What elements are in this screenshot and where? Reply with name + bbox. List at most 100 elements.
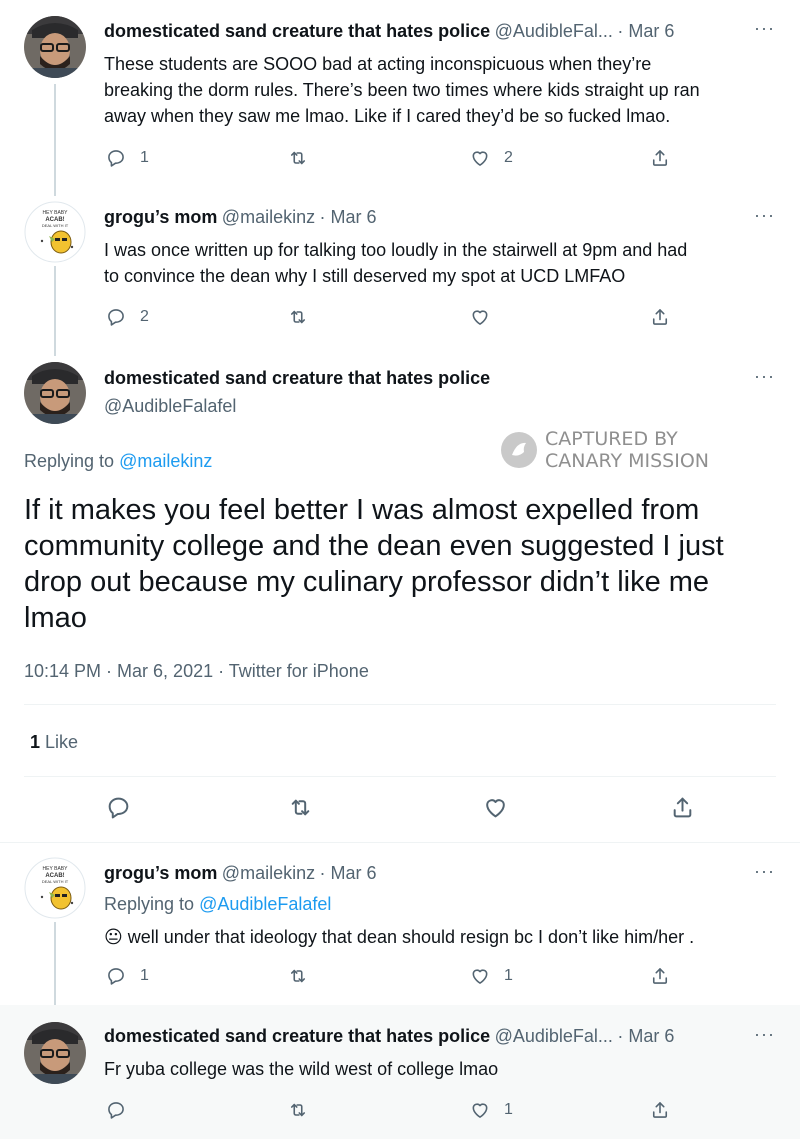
like-count: 2 xyxy=(504,149,513,166)
retweet-button[interactable] xyxy=(288,795,313,820)
tweet-text-line: well under that ideology that dean shoul… xyxy=(127,927,695,947)
handle[interactable]: @mailekinz xyxy=(222,863,315,883)
retweet-icon xyxy=(288,148,308,168)
heart-icon xyxy=(470,1100,490,1120)
share-icon xyxy=(650,966,670,986)
tweet-header: domesticated sand creature that hates po… xyxy=(104,1026,674,1047)
avatar-image xyxy=(24,16,86,78)
reply-button[interactable]: 2 xyxy=(106,307,149,327)
main-tweet-line: If it makes you feel better I was almost… xyxy=(24,494,700,526)
display-name[interactable]: grogu’s mom xyxy=(104,863,217,883)
avatar-image xyxy=(24,362,86,424)
tweet-text-line: These students are SOOO bad at acting in… xyxy=(104,54,652,74)
reply-button[interactable]: 1 xyxy=(106,966,149,986)
like-button[interactable]: 1 xyxy=(470,1100,513,1120)
replying-to: Replying to @AudibleFalafel xyxy=(104,894,331,915)
reply-icon xyxy=(106,966,126,986)
like-button[interactable]: 1 xyxy=(470,966,513,986)
likes-count: 1 xyxy=(30,732,41,752)
retweet-button[interactable] xyxy=(288,1100,308,1120)
divider xyxy=(0,842,800,843)
display-name[interactable]: domesticated sand creature that hates po… xyxy=(104,368,490,389)
like-button[interactable] xyxy=(483,795,508,820)
main-tweet-line: community college and the dean even sugg… xyxy=(24,530,724,562)
display-name[interactable]: grogu’s mom xyxy=(104,207,217,227)
tweet-date[interactable]: · Mar 6 xyxy=(320,863,377,883)
share-button[interactable] xyxy=(650,307,670,327)
tweet-timestamp[interactable]: 10:14 PM · Mar 6, 2021 · Twitter for iPh… xyxy=(24,661,369,682)
handle[interactable]: @AudibleFalafel xyxy=(104,396,236,417)
tweet-text: I was once written up for talking too lo… xyxy=(104,237,687,289)
handle[interactable]: @mailekinz xyxy=(222,207,315,227)
share-button[interactable] xyxy=(650,966,670,986)
display-name[interactable]: domesticated sand creature that hates po… xyxy=(104,1026,490,1046)
likes-summary[interactable]: 1 Like xyxy=(30,732,78,753)
thread-line xyxy=(54,84,56,196)
tweet-header: grogu’s mom @mailekinz · Mar 6 xyxy=(104,207,377,228)
tweet-date[interactable]: · Mar 6 xyxy=(320,207,377,227)
watermark-line: CANARY MISSION xyxy=(545,450,709,472)
avatar[interactable] xyxy=(24,16,86,78)
heart-icon xyxy=(470,148,490,168)
like-count: 1 xyxy=(504,1101,513,1118)
retweet-button[interactable] xyxy=(288,148,308,168)
tweet-text-line: away when they saw me lmao. Like if I ca… xyxy=(104,106,671,126)
retweet-icon xyxy=(288,1100,308,1120)
watermark-line: CAPTURED BY xyxy=(545,428,678,450)
share-icon xyxy=(650,1100,670,1120)
reply-icon xyxy=(106,148,126,168)
reply-button[interactable] xyxy=(106,1100,126,1120)
share-button[interactable] xyxy=(670,795,695,820)
avatar-image xyxy=(24,857,86,919)
tweet-text-line: breaking the dorm rules. There’s been tw… xyxy=(104,80,700,100)
canary-logo-icon xyxy=(499,430,539,470)
tweet-text: 😐 well under that ideology that dean sho… xyxy=(104,924,694,950)
avatar[interactable] xyxy=(24,1022,86,1084)
divider xyxy=(24,776,776,777)
tweet-text: These students are SOOO bad at acting in… xyxy=(104,51,700,129)
more-options-icon[interactable]: ··· xyxy=(754,205,775,226)
more-options-icon[interactable]: ··· xyxy=(754,861,775,882)
heart-icon xyxy=(470,307,490,327)
replying-to: Replying to @mailekinz xyxy=(24,451,212,472)
avatar[interactable] xyxy=(24,362,86,424)
handle[interactable]: @AudibleFal... xyxy=(495,21,613,41)
reply-button[interactable]: 1 xyxy=(106,148,149,168)
replying-prefix: Replying to xyxy=(104,894,195,914)
reply-button[interactable] xyxy=(106,795,131,820)
neutral-face-emoji: 😐 xyxy=(104,927,123,947)
like-button[interactable] xyxy=(470,307,490,327)
more-options-icon[interactable]: ··· xyxy=(754,18,775,39)
tweet-text-line: I was once written up for talking too lo… xyxy=(104,240,688,260)
share-button[interactable] xyxy=(650,148,670,168)
reply-count: 1 xyxy=(140,967,149,984)
tweet-text: Fr yuba college was the wild west of col… xyxy=(104,1059,499,1079)
tweet-date[interactable]: · Mar 6 xyxy=(617,1026,674,1046)
replying-to-link[interactable]: @AudibleFalafel xyxy=(199,894,331,914)
retweet-button[interactable] xyxy=(288,307,308,327)
thread-line xyxy=(54,266,56,356)
main-tweet-line: drop out because my culinary professor d… xyxy=(24,566,710,598)
display-name[interactable]: domesticated sand creature that hates po… xyxy=(104,21,490,41)
more-options-icon[interactable]: ··· xyxy=(754,366,775,387)
avatar[interactable] xyxy=(24,201,86,263)
divider xyxy=(24,704,776,705)
handle[interactable]: @AudibleFal... xyxy=(495,1026,613,1046)
retweet-button[interactable] xyxy=(288,966,308,986)
avatar[interactable] xyxy=(24,857,86,919)
thread-line xyxy=(54,922,56,1018)
retweet-icon xyxy=(288,966,308,986)
like-button[interactable]: 2 xyxy=(470,148,513,168)
share-icon xyxy=(670,795,695,820)
share-button[interactable] xyxy=(650,1100,670,1120)
reply-icon xyxy=(106,795,131,820)
likes-label: Like xyxy=(45,732,79,752)
more-options-icon[interactable]: ··· xyxy=(754,1024,775,1045)
replying-to-link[interactable]: @mailekinz xyxy=(119,451,212,471)
tweet-date[interactable]: · Mar 6 xyxy=(617,21,674,41)
share-icon xyxy=(650,148,670,168)
main-tweet-line: lmao xyxy=(24,602,87,634)
like-count: 1 xyxy=(504,967,513,984)
retweet-icon xyxy=(288,307,308,327)
reply-icon xyxy=(106,1100,126,1120)
